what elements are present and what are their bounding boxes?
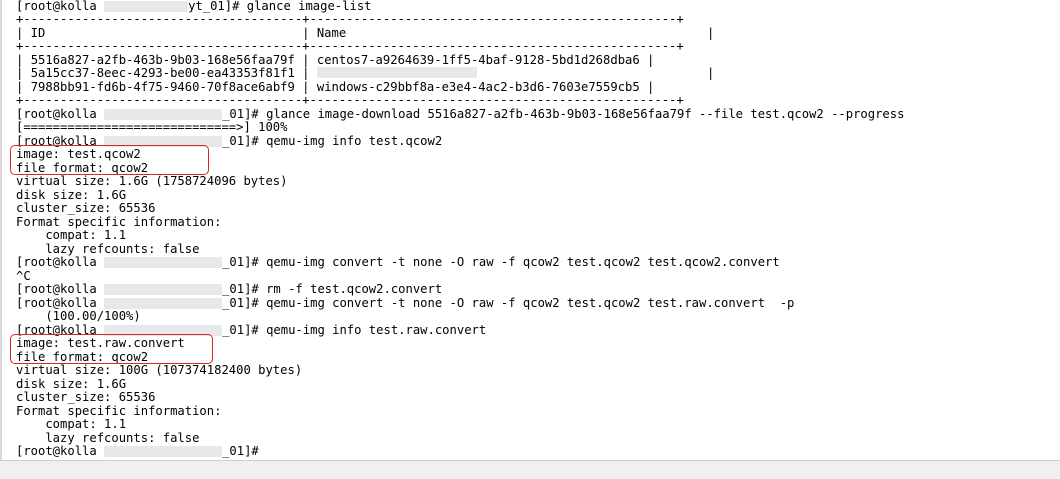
prompt-user: [root@kolla (16, 323, 97, 337)
info2-virtual-size: virtual size: 100G (107374182400 bytes) (16, 363, 303, 377)
terminal-output[interactable]: [root@kolla yt_01]# glance image-list +-… (0, 0, 1060, 460)
table-header-right-border: | (707, 26, 715, 40)
image-name-cell: centos7-a9264639-1ff5-4baf-9128-5bd1d268… (316, 53, 640, 67)
prompt-user: [root@kolla (16, 134, 97, 148)
command-text: _01]# (222, 444, 259, 458)
redacted-hostname (104, 257, 223, 268)
window-status-bar (0, 460, 1060, 479)
info1-compat: compat: 1.1 (16, 228, 127, 242)
redacted-hostname (104, 1, 189, 12)
redacted-hostname (104, 136, 223, 147)
command-text: _01]# qemu-img info test.qcow2 (222, 134, 443, 148)
redacted-hostname (104, 109, 223, 120)
image-name-cell: windows-c29bbf8a-e3e4-4ac2-b3d6-7603e755… (316, 80, 640, 94)
image-id-cell: 5a15cc37-8eec-4293-be00-ea43353f81f1 (30, 66, 295, 80)
table-border-top: +--------------------------------------+… (16, 12, 684, 26)
redacted-image-name (316, 67, 477, 78)
convert-progress: (100.00/100%) (16, 309, 141, 323)
prompt-user: [root@kolla (16, 107, 97, 121)
prompt-line-final: [root@kolla _01]# (16, 445, 259, 458)
info1-cluster-size: cluster_size: 65536 (16, 201, 156, 215)
table-row: | 5a15cc37-8eec-4293-be00-ea43353f81f1 |… (16, 66, 715, 80)
redacted-hostname (104, 446, 223, 457)
info1-image: image: test.qcow2 (16, 147, 141, 161)
prompt-user: [root@kolla (16, 444, 97, 458)
info2-compat: compat: 1.1 (16, 417, 127, 431)
info1-virtual-size: virtual size: 1.6G (1758724096 bytes) (16, 174, 288, 188)
command-text: _01]# qemu-img info test.raw.convert (222, 323, 487, 337)
command-text: _01]# qemu-img convert -t none -O raw -f… (222, 296, 795, 310)
image-id-cell: 5516a827-a2fb-463b-9b03-168e56faa79f (30, 53, 295, 67)
command-text: _01]# glance image-download 5516a827-a2f… (222, 107, 905, 121)
redacted-hostname (104, 325, 223, 336)
command-text: _01]# qemu-img convert -t none -O raw -f… (222, 255, 780, 269)
prompt-user: [root@kolla (16, 282, 97, 296)
image-id-cell: 7988bb91-fd6b-4f75-9460-70f8ace6abf9 (30, 80, 295, 94)
table-border-bottom: +--------------------------------------+… (16, 93, 684, 107)
info2-image: image: test.raw.convert (16, 336, 185, 350)
table-header-left: | ID | Name (16, 26, 347, 40)
prompt-line-convert1: [root@kolla _01]# qemu-img convert -t no… (16, 256, 780, 269)
download-progress-bar: [=============================>] 100% (16, 120, 288, 134)
prompt-line-rm: [root@kolla _01]# rm -f test.qcow2.conve… (16, 283, 442, 296)
redacted-hostname (104, 284, 223, 295)
table-border-mid: +--------------------------------------+… (16, 39, 684, 53)
redacted-hostname (104, 298, 223, 309)
command-text: _01]# rm -f test.qcow2.convert (222, 282, 443, 296)
info2-cluster-size: cluster_size: 65536 (16, 390, 156, 404)
prompt-user: [root@kolla (16, 296, 97, 310)
prompt-user: [root@kolla (16, 255, 97, 269)
